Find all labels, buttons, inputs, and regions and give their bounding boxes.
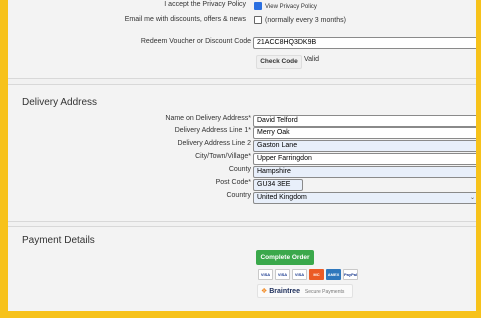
address-line2-input[interactable]: Gaston Lane [253,140,479,152]
voucher-status: Valid [304,56,320,63]
braintree-badge: ❖ Braintree Secure Payments [257,284,353,298]
payment-panel: Payment Details [8,226,481,311]
country-value: United Kingdom [257,194,307,201]
country-label: Country [226,192,251,199]
consent-panel: I accept the Privacy Policy View Privacy… [8,0,481,79]
braintree-subtitle: Secure Payments [304,289,345,295]
payment-title: Payment Details [22,235,95,246]
privacy-checkbox[interactable] [254,2,262,10]
email-optin-text: (normally every 3 months) [265,16,346,24]
check-code-button[interactable]: Check Code [256,55,302,69]
address-line1-input[interactable]: Merry Oak [253,127,479,139]
accent-border [476,0,481,318]
email-optin-checkbox[interactable] [254,16,262,24]
visa-debit-card-icon: VISA [275,269,290,280]
complete-order-button[interactable]: Complete Order [256,250,314,265]
privacy-label: I accept the Privacy Policy [164,1,246,8]
amex-card-icon: AMEX [326,269,341,280]
email-optin-label: Email me with discounts, offers & news [124,16,246,23]
address-line1-label: Delivery Address Line 1* [174,127,251,134]
delivery-panel: Delivery Address Name on Delivery Addres… [8,84,481,222]
braintree-name: Braintree [269,288,300,295]
visa-card-icon: VISA [258,269,273,280]
braintree-logo-icon: ❖ [261,288,268,295]
accepted-cards: VISA VISA VISA MC AMEX PayPal [258,269,360,280]
checkout-frame: I accept the Privacy Policy View Privacy… [8,0,481,311]
name-label: Name on Delivery Address* [165,115,251,122]
email-optin-option[interactable]: (normally every 3 months) [254,16,346,24]
county-input[interactable]: Hampshire [253,166,479,178]
voucher-input[interactable]: 21ACC8HQ3DK9B [253,37,479,49]
postcode-label: Post Code* [215,179,251,186]
postcode-input[interactable]: GU34 3EE [253,179,303,191]
voucher-label: Redeem Voucher or Discount Code [140,38,251,45]
privacy-option[interactable]: View Privacy Policy [254,2,317,10]
mastercard-icon: MC [309,269,324,280]
city-input[interactable]: Upper Farringdon [253,153,479,165]
name-input[interactable]: David Telford [253,115,479,127]
visa-electron-card-icon: VISA [292,269,307,280]
country-select[interactable]: United Kingdom ⌄ [253,192,479,204]
county-label: County [228,166,251,173]
city-label: City/Town/Village* [195,153,251,160]
paypal-icon: PayPal [343,269,358,280]
delivery-title: Delivery Address [22,97,98,108]
address-line2-label: Delivery Address Line 2 [177,140,251,147]
chevron-down-icon: ⌄ [469,195,475,201]
privacy-link[interactable]: View Privacy Policy [265,4,317,10]
